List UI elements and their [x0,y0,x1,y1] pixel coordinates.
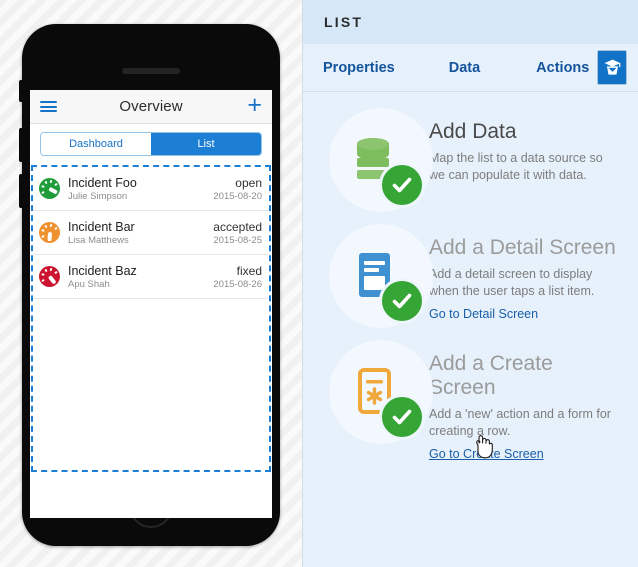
list-item[interactable]: Incident Bar accepted Lisa Matthews 2015… [33,211,269,255]
list-item[interactable]: Incident Baz fixed Apu Shah 2015-08-26 [33,255,269,299]
segment-list[interactable]: List [151,133,261,155]
app-navbar: Overview + [30,90,272,124]
list-item[interactable]: Incident Foo open Julie Simpson 2015-08-… [33,167,269,211]
segmented-control-wrapper: Dashboard List [30,124,272,165]
check-icon [379,278,425,324]
check-icon [379,394,425,440]
check-icon [379,162,425,208]
list-item-body: Incident Bar accepted Lisa Matthews 2015… [68,220,262,246]
list-item-subtitle: Lisa Matthews [68,234,129,246]
properties-panel: LIST Properties Data Actions Add Data Ma… [302,0,638,567]
list-item-status: accepted [213,219,262,234]
phone-screen: Overview + Dashboard List Incident Foo o… [30,90,272,518]
gauge-icon [39,222,60,243]
list-item-status: open [235,175,262,190]
phone-volume-up-button [19,128,23,162]
phone-earpiece-speaker [122,68,180,74]
step-add-detail-screen: Add a Detail Screen Add a detail screen … [303,222,638,330]
list-item-date: 2015-08-20 [213,190,262,202]
list-item-subtitle: Apu Shah [68,278,110,290]
wizard-hat-icon[interactable] [597,50,627,85]
step-icon-area [317,106,433,214]
go-to-detail-screen-link[interactable]: Go to Detail Screen [429,307,538,321]
step-add-data: Add Data Map the list to a data source s… [303,106,638,214]
list-widget-selected[interactable]: Incident Foo open Julie Simpson 2015-08-… [31,165,271,472]
phone-silent-switch [19,80,23,102]
segmented-control: Dashboard List [40,132,262,156]
list-item-title: Incident Bar [68,219,135,234]
step-icon-area [317,338,433,446]
list-item-body: Incident Baz fixed Apu Shah 2015-08-26 [68,264,262,290]
list-item-body: Incident Foo open Julie Simpson 2015-08-… [68,176,262,202]
device-preview-stage: Overview + Dashboard List Incident Foo o… [0,0,302,567]
plus-icon[interactable]: + [247,93,262,118]
step-add-create-screen: Add a Create Screen Add a 'new' action a… [303,338,638,463]
phone-mockup: Overview + Dashboard List Incident Foo o… [19,24,280,546]
tab-properties[interactable]: Properties [315,60,403,76]
list-item-subtitle: Julie Simpson [68,190,128,202]
step-heading: Add a Detail Screen [429,236,616,259]
panel-title: LIST [324,14,364,30]
list-item-status: fixed [236,263,262,278]
step-text: Add a Detail Screen Add a detail screen … [429,222,622,323]
step-description: Map the list to a data source so we can … [429,151,603,183]
panel-tabbar: Properties Data Actions [303,44,638,92]
panel-header: LIST [303,0,638,44]
phone-volume-down-button [19,174,23,208]
setup-steps-list: Add Data Map the list to a data source s… [303,92,638,463]
segment-dashboard[interactable]: Dashboard [41,133,151,155]
step-heading: Add a Create Screen [429,352,553,400]
step-text: Add a Create Screen Add a 'new' action a… [429,338,622,463]
list-item-title: Incident Foo [68,175,137,190]
step-description: Add a 'new' action and a form for creati… [429,407,611,439]
page-title: Overview [119,98,183,115]
list-item-date: 2015-08-25 [213,234,262,246]
step-heading: Add Data [429,120,517,143]
gauge-icon [39,266,60,287]
go-to-create-screen-link[interactable]: Go to Create Screen [429,447,544,461]
gauge-icon [39,178,60,199]
tab-actions[interactable]: Actions [528,60,597,76]
tab-data[interactable]: Data [441,60,488,76]
step-text: Add Data Map the list to a data source s… [429,106,622,184]
list-item-title: Incident Baz [68,263,137,278]
step-description: Add a detail screen to display when the … [429,267,595,299]
step-icon-area [317,222,433,330]
list-item-date: 2015-08-26 [213,278,262,290]
